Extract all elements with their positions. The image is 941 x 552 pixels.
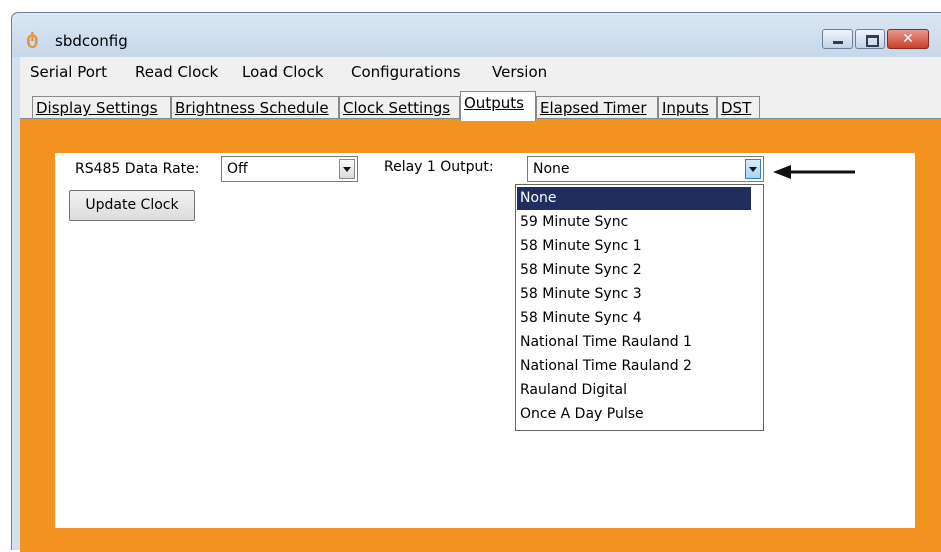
menu-read-clock[interactable]: Read Clock xyxy=(135,63,218,81)
relay1-option[interactable]: None xyxy=(517,187,751,210)
app-window: ტ sbdconfig ✕ Serial Port Read Clock Loa… xyxy=(11,12,941,552)
update-clock-button[interactable]: Update Clock xyxy=(69,190,195,221)
relay1-options-list[interactable]: None 59 Minute Sync 58 Minute Sync 1 58 … xyxy=(515,184,764,431)
relay1-option[interactable]: 58 Minute Sync 3 xyxy=(517,283,751,306)
maximize-button[interactable] xyxy=(855,29,885,49)
relay1-option[interactable]: 58 Minute Sync 1 xyxy=(517,235,751,258)
rs485-label: RS485 Data Rate: xyxy=(75,161,200,177)
tab-clock-settings[interactable]: Clock Settings xyxy=(339,96,460,120)
close-button[interactable]: ✕ xyxy=(887,29,929,49)
rs485-value: Off xyxy=(227,161,248,177)
chevron-down-icon xyxy=(343,167,351,172)
outputs-content: RS485 Data Rate: Off Relay 1 Output: Non… xyxy=(55,153,915,528)
close-icon: ✕ xyxy=(902,31,914,47)
menu-bar: Serial Port Read Clock Load Clock Config… xyxy=(20,57,941,87)
rs485-dropdown-button[interactable] xyxy=(339,159,355,179)
tab-inputs[interactable]: Inputs xyxy=(658,96,717,120)
tab-display-settings[interactable]: Display Settings xyxy=(32,96,171,120)
title-bar[interactable]: ტ sbdconfig ✕ xyxy=(12,13,941,57)
relay1-select[interactable]: None xyxy=(527,156,764,182)
menu-load-clock[interactable]: Load Clock xyxy=(242,63,324,81)
menu-serial-port[interactable]: Serial Port xyxy=(30,63,107,81)
relay1-option[interactable]: 59 Minute Sync xyxy=(517,211,751,234)
relay1-value: None xyxy=(533,161,570,177)
minimize-button[interactable] xyxy=(822,29,853,49)
relay1-option[interactable]: Once A Day Pulse xyxy=(517,403,751,426)
maximize-icon xyxy=(866,35,879,47)
menu-configurations[interactable]: Configurations xyxy=(351,63,461,81)
tab-dst[interactable]: DST xyxy=(717,96,760,120)
outputs-panel: RS485 Data Rate: Off Relay 1 Output: Non… xyxy=(20,118,941,552)
menu-version[interactable]: Version xyxy=(492,63,547,81)
tab-elapsed-timer[interactable]: Elapsed Timer xyxy=(536,96,658,120)
minimize-icon xyxy=(833,41,843,44)
relay1-option[interactable]: 58 Minute Sync 4 xyxy=(517,307,751,330)
chevron-down-icon xyxy=(749,167,757,172)
app-logo-icon: ტ xyxy=(26,28,39,49)
client-area: Serial Port Read Clock Load Clock Config… xyxy=(20,57,941,552)
tab-brightness-schedule[interactable]: Brightness Schedule xyxy=(171,96,339,120)
relay1-option[interactable]: 58 Minute Sync 2 xyxy=(517,259,751,282)
relay1-label: Relay 1 Output: xyxy=(384,159,494,175)
relay1-dropdown-button[interactable] xyxy=(745,159,761,179)
rs485-select[interactable]: Off xyxy=(221,156,358,182)
window-title: sbdconfig xyxy=(55,32,128,50)
relay1-option[interactable]: National Time Rauland 1 xyxy=(517,331,751,354)
pointer-arrow-icon xyxy=(773,165,855,179)
relay1-option[interactable]: National Time Rauland 2 xyxy=(517,355,751,378)
relay1-option[interactable]: Rauland Digital xyxy=(517,379,751,402)
tab-outputs[interactable]: Outputs xyxy=(460,91,536,121)
